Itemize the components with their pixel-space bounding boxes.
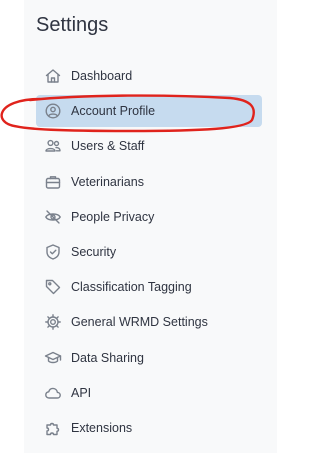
eye-off-icon bbox=[44, 208, 62, 226]
sidebar-item-api[interactable]: API bbox=[36, 377, 262, 409]
user-circle-icon bbox=[44, 102, 62, 120]
sidebar-item-label: Data Sharing bbox=[71, 350, 144, 365]
sidebar-item-label: API bbox=[71, 385, 92, 400]
shield-check-icon bbox=[44, 243, 62, 261]
sidebar-item-data-sharing[interactable]: Data Sharing bbox=[36, 342, 262, 374]
cog-icon bbox=[44, 313, 62, 331]
cloud-icon bbox=[44, 384, 62, 402]
home-icon bbox=[44, 67, 62, 85]
sidebar-item-label: Dashboard bbox=[71, 69, 133, 83]
sidebar-item-veterinarians[interactable]: Veterinarians bbox=[36, 166, 262, 198]
briefcase-icon bbox=[44, 173, 62, 191]
users-icon bbox=[44, 137, 62, 155]
sidebar-item-people-privacy[interactable]: People Privacy bbox=[36, 201, 262, 233]
graduation-cap-icon bbox=[44, 349, 62, 367]
sidebar-item-account-profile[interactable]: Account Profile bbox=[36, 95, 262, 128]
sidebar-item-label: Security bbox=[71, 244, 117, 259]
sidebar-item-label: Account Profile bbox=[71, 104, 156, 119]
sidebar-item-label: General WRMD Settings bbox=[71, 315, 208, 330]
sidebar-item-label: Users & Staff bbox=[71, 139, 145, 154]
sidebar-item-users-staff[interactable]: Users & Staff bbox=[36, 130, 262, 162]
settings-sidebar: Settings Dashboard Account Profile Users… bbox=[24, 0, 277, 453]
sidebar-item-security[interactable]: Security bbox=[36, 236, 262, 268]
sidebar-item-label: People Privacy bbox=[71, 209, 155, 224]
puzzle-icon bbox=[44, 419, 62, 437]
sidebar-item-label: Veterinarians bbox=[71, 174, 144, 189]
sidebar-item-classification-tagging[interactable]: Classification Tagging bbox=[36, 271, 262, 303]
sidebar-item-label: Classification Tagging bbox=[71, 280, 192, 295]
sidebar-item-dashboard[interactable]: Dashboard bbox=[36, 60, 262, 92]
settings-nav: Dashboard Account Profile Users & Staff … bbox=[36, 60, 262, 447]
sidebar-item-label: Extensions bbox=[71, 420, 133, 435]
page-title: Settings bbox=[36, 14, 109, 36]
sidebar-item-general-wrmd-settings[interactable]: General WRMD Settings bbox=[36, 306, 262, 338]
tag-icon bbox=[44, 278, 62, 296]
sidebar-item-extensions[interactable]: Extensions bbox=[36, 412, 262, 444]
